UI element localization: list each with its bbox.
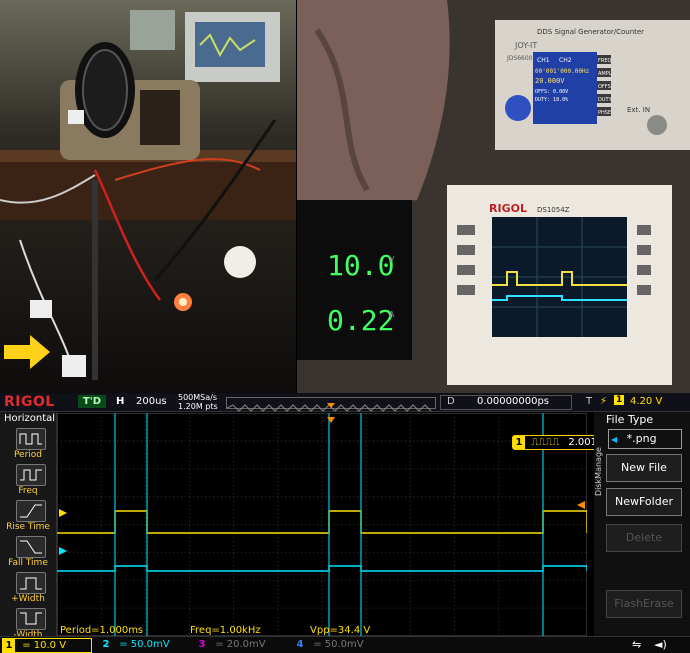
rigol-logo: RIGOL [4, 394, 55, 410]
trigger-source-badge: 1 [614, 395, 625, 405]
generator-title: DDS Signal Generator/Counter [537, 28, 644, 36]
ch2-scale-box[interactable]: 2 = 50.0mV [100, 638, 188, 651]
measurement-period: Period=1.000ms [60, 625, 144, 636]
left-arrow-icon: ◀ [611, 435, 618, 444]
ch3-scale-box[interactable]: 3 = 20.0mV [196, 638, 284, 651]
trigger-edge-icon: ⚡ [600, 396, 608, 407]
generator-frequency: 00'001'000.00Hz [535, 68, 590, 75]
ch1-scale: 10.0 V [33, 640, 67, 651]
ch2-number: 2 [102, 639, 110, 650]
ch3-number: 3 [198, 639, 206, 650]
waveform-display[interactable]: 1 ⎍⎍⎍⎍ 2.00101kHz [56, 412, 644, 637]
trigger-label: T [586, 396, 593, 407]
generator-ext-in: Ext. IN [627, 106, 650, 114]
psu-current-unit: A [389, 310, 395, 319]
instruments-illustration: JOY-IT DDS Signal Generator/Counter JDS6… [297, 0, 690, 393]
new-folder-button[interactable]: NewFolder [606, 488, 682, 516]
generator-amplitude: 20.000V [535, 77, 565, 85]
trigger-level[interactable]: 4.20 V [630, 396, 662, 407]
measurement-freq: Freq=1.00kHz [190, 625, 261, 636]
measure-rise-time-label[interactable]: Rise Time [0, 522, 56, 532]
measure-fall-time-label[interactable]: Fall Time [0, 558, 56, 568]
measure-menu: Horizontal Period Freq Rise Time Fall Ti… [0, 412, 57, 640]
file-type-title: File Type [606, 413, 654, 426]
photo-scope-brand: RIGOL [489, 202, 527, 215]
measure-pos-width-label[interactable]: +Width [0, 594, 56, 604]
photo-bench-circuit [0, 0, 296, 393]
new-file-button[interactable]: New File [606, 454, 682, 482]
freq-icon[interactable] [16, 464, 46, 486]
usb-icon: ⇋ [632, 638, 642, 651]
measure-freq-label[interactable]: Freq [0, 486, 56, 496]
pos-width-icon[interactable] [16, 572, 46, 594]
timebase-value[interactable]: 200us [136, 396, 167, 407]
memory-depth: 1.20M pts [178, 402, 218, 411]
generator-offset: OFFS: 0.00V [535, 89, 568, 95]
period-icon[interactable] [16, 428, 46, 450]
ch3-coupling-icon: = [215, 639, 224, 650]
generator-btn-duty[interactable]: DUTY [598, 97, 613, 103]
disk-manage-menu: DiskManage File Type ◀ *.png New File Ne… [594, 412, 690, 636]
psu-voltage-unit: V [389, 255, 395, 264]
delay-value: 0.00000000ps [477, 396, 549, 407]
generator-btn-phse[interactable]: PHSE [598, 110, 611, 116]
freq-counter-channel: 1 [513, 436, 525, 449]
delay-offset-box[interactable]: D 0.00000000ps [440, 395, 572, 410]
trigger-status-badge: T'D [78, 395, 106, 408]
generator-btn-freq[interactable]: FREQ [598, 58, 612, 64]
psu-current-display: 0.22 [327, 304, 394, 337]
ch3-scale: 20.0mV [226, 639, 266, 650]
ch2-scale: 50.0mV [130, 639, 170, 650]
generator-btn-offs[interactable]: OFFS [598, 84, 611, 90]
measure-period-label[interactable]: Period [0, 450, 56, 460]
delete-button[interactable]: Delete [606, 524, 682, 552]
bench-circuit-illustration [0, 0, 296, 393]
flash-erase-button[interactable]: FlashErase [606, 590, 682, 618]
generator-ch2: CH2 [559, 57, 572, 64]
ch1-scale-box[interactable]: 1 = 10.0 V [2, 638, 92, 653]
rise-time-icon[interactable] [16, 500, 46, 522]
ch2-coupling-icon: = [119, 639, 128, 650]
fall-time-icon[interactable] [16, 536, 46, 558]
sample-rate: 500MSa/s [178, 393, 218, 402]
generator-duty: DUTY: 18.0% [535, 97, 568, 103]
ch4-scale-box[interactable]: 4 = 50.0mV [294, 638, 382, 651]
ch4-number: 4 [296, 639, 304, 650]
scope-top-bar: RIGOL T'D H 200us 500MSa/s 1.20M pts D 0… [0, 393, 690, 412]
memory-position-strip [226, 397, 436, 412]
neg-width-icon[interactable] [16, 608, 46, 630]
generator-model: JDS6600 [506, 55, 533, 62]
measurement-vpp: Vpp=34.4 V [310, 625, 371, 636]
generator-brand: JOY-IT [514, 41, 537, 50]
psu-voltage-display: 10.0 [327, 249, 394, 282]
oscilloscope-screen: RIGOL T'D H 200us 500MSa/s 1.20M pts D 0… [0, 393, 690, 653]
generator-btn-ampl[interactable]: AMPL [598, 71, 612, 77]
file-type-select[interactable]: ◀ *.png [608, 429, 682, 449]
generator-ch1: CH1 [537, 57, 550, 64]
ch1-coupling-icon: = [22, 640, 31, 651]
disk-manage-tab[interactable]: DiskManage [594, 412, 604, 532]
measure-menu-title: Horizontal [4, 413, 56, 424]
ch1-number: 1 [3, 639, 15, 652]
delay-label: D [447, 396, 455, 407]
speaker-icon: ◄) [654, 638, 667, 651]
channel-bar: 1 = 10.0 V 2 = 50.0mV 3 = 20.0mV 4 = 50.… [0, 636, 690, 653]
photo-instruments: JOY-IT DDS Signal Generator/Counter JDS6… [297, 0, 690, 393]
pulse-icon: ⎍⎍⎍⎍ [531, 437, 560, 448]
ch4-scale: 50.0mV [324, 639, 364, 650]
ch4-coupling-icon: = [313, 639, 322, 650]
photo-scope-model: DS1054Z [537, 206, 570, 214]
file-type-value: *.png [626, 432, 657, 445]
horizontal-label: H [116, 396, 125, 407]
